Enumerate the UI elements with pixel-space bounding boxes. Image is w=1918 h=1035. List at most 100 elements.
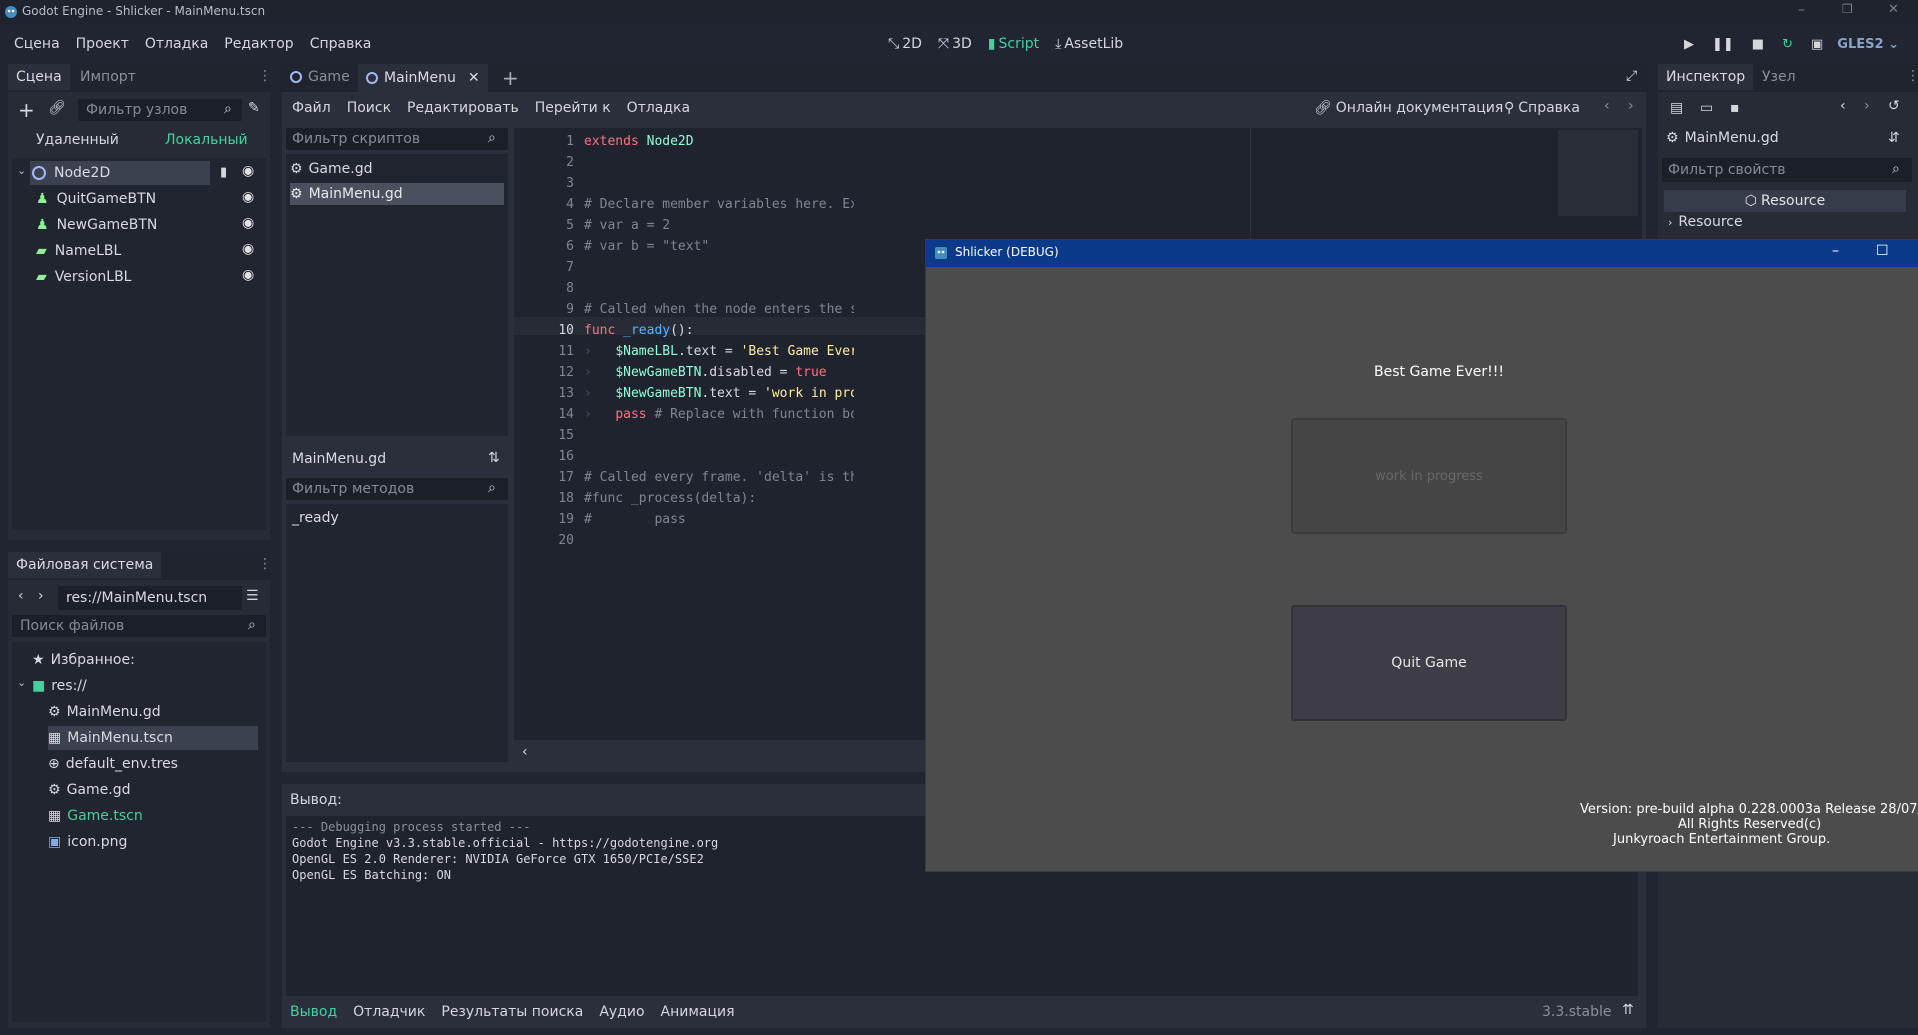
play-icon[interactable]: ▶ (1684, 37, 1694, 52)
script-menu-edit[interactable]: Редактировать (407, 100, 519, 116)
resource-section[interactable]: › Resource (1668, 214, 1743, 230)
menu-help[interactable]: Справка (310, 36, 372, 52)
attach-script-icon[interactable]: ✎ (248, 100, 260, 116)
script-menu-debug[interactable]: Отладка (627, 100, 690, 116)
menu-project[interactable]: Проект (76, 36, 129, 52)
collapse-arrow-icon[interactable]: ⌄ (17, 676, 26, 689)
tab-game[interactable]: Game (290, 69, 350, 85)
help-search-link[interactable]: ⚲ Справка (1504, 100, 1580, 116)
object-tools-icon[interactable]: ⇵ (1888, 130, 1900, 146)
close-window-button[interactable]: ✕ (1888, 2, 1899, 17)
path-field[interactable]: res://MainMenu.tscn (58, 586, 242, 610)
visibility-eye-icon[interactable]: ◉ (242, 163, 254, 179)
movie-icon[interactable]: ▣ (1811, 37, 1823, 52)
sort-icon[interactable]: ⇅ (488, 450, 500, 466)
script-list-item[interactable]: ⚙ Game.gd (290, 158, 372, 180)
tab-debugger[interactable]: Отладчик (353, 1004, 425, 1020)
file-item[interactable]: ▣ icon.png (48, 830, 127, 854)
expand-panel-icon[interactable]: ⇈ (1622, 1002, 1634, 1018)
visibility-eye-icon[interactable]: ◉ (242, 267, 254, 283)
local-tab[interactable]: Локальный (165, 132, 248, 148)
file-item[interactable]: ▦ MainMenu.tscn (48, 726, 173, 750)
inspector-forward-icon[interactable]: › (1864, 98, 1870, 114)
add-node-icon[interactable]: + (18, 98, 35, 122)
pause-icon[interactable]: ❚❚ (1712, 37, 1734, 52)
renderer-select[interactable]: GLES2 ⌄ (1837, 37, 1899, 52)
script-menu-search[interactable]: Поиск (347, 100, 391, 116)
save-icon[interactable]: ▪ (1730, 100, 1740, 116)
collapse-arrow-icon[interactable]: ⌄ (17, 164, 26, 177)
res-root-folder[interactable]: ■ res:// (32, 674, 87, 698)
add-tab-icon[interactable]: + (502, 66, 519, 90)
tab-scene[interactable]: Сцена (8, 64, 70, 90)
stop-icon[interactable]: ■ (1752, 37, 1764, 52)
tree-node-versionlbl[interactable]: ▰ VersionLBL (36, 265, 131, 289)
history-back-icon[interactable]: ‹ (1604, 98, 1610, 114)
online-docs-link[interactable]: 🔗︎ Онлайн документация (1314, 100, 1503, 116)
menu-editor[interactable]: Редактор (224, 36, 293, 52)
minimize-window-button[interactable]: – (1798, 2, 1805, 18)
back-arrow-icon[interactable]: ‹ (18, 588, 24, 604)
restore-window-button[interactable]: ❐ (1842, 2, 1853, 16)
inspector-back-icon[interactable]: ‹ (1840, 98, 1846, 114)
script-filter-input[interactable]: Фильтр скриптов ⌕ (286, 128, 508, 150)
file-item[interactable]: ⚙ Game.gd (48, 778, 130, 802)
tab-audio[interactable]: Аудио (599, 1004, 644, 1020)
visibility-eye-icon[interactable]: ◉ (242, 215, 254, 231)
file-item[interactable]: ▦ Game.tscn (48, 804, 143, 828)
menu-debug[interactable]: Отладка (145, 36, 208, 52)
tab-inspector[interactable]: Инспектор (1658, 64, 1754, 90)
file-item[interactable]: ⚙ MainMenu.gd (48, 700, 161, 724)
close-tab-icon[interactable]: ✕ (468, 70, 480, 86)
workspace-3d-button[interactable]: ⤧ 3D (938, 36, 972, 52)
tab-output[interactable]: Вывод (290, 1004, 337, 1020)
link-icon[interactable]: 🔗︎ (48, 100, 66, 116)
workspace-script-button[interactable]: ▮ Script (988, 36, 1039, 52)
reload-icon[interactable]: ↻ (1782, 37, 1793, 52)
collapse-scriptlist-icon[interactable]: ‹ (522, 744, 528, 760)
open-folder-icon[interactable]: ▭ (1700, 100, 1713, 116)
script-menu-file[interactable]: Файл (292, 100, 331, 116)
minimize-window-button[interactable]: – (1832, 243, 1839, 259)
menu-scene[interactable]: Сцена (14, 36, 60, 52)
tab-animation[interactable]: Анимация (661, 1004, 735, 1020)
tab-search-results[interactable]: Результаты поиска (441, 1004, 583, 1020)
workspace-assetlib-button[interactable]: ⤓ AssetLib (1055, 36, 1123, 52)
new-game-button[interactable]: work in progress (1291, 418, 1567, 534)
dock-menu-icon[interactable]: ⋮ (258, 556, 272, 572)
tree-node-quitgamebtn[interactable]: ♟ QuitGameBTN (36, 187, 156, 211)
visibility-eye-icon[interactable]: ◉ (242, 241, 254, 257)
script-list-item-selected[interactable]: ⚙ MainMenu.gd (290, 183, 504, 205)
minimap[interactable] (1558, 130, 1638, 216)
tree-node-newgamebtn[interactable]: ♟ NewGameBTN (36, 213, 157, 237)
view-toggle-icon[interactable]: ☰ (246, 588, 259, 604)
method-filter-input[interactable]: Фильтр методов ⌕ (286, 478, 508, 500)
node-filter-input[interactable]: Фильтр узлов ⌕ (78, 99, 242, 121)
tree-node-node2d[interactable]: Node2D (32, 161, 110, 185)
dock-menu-icon[interactable]: ⋮ (1906, 68, 1918, 84)
history-icon[interactable]: ↺ (1888, 98, 1900, 114)
quit-game-button[interactable]: Quit Game (1291, 605, 1567, 721)
forward-arrow-icon[interactable]: › (38, 588, 44, 604)
fold-arrow-icon[interactable]: ⌄ (568, 323, 574, 334)
property-filter-input[interactable]: Фильтр свойств ⌕ (1662, 158, 1912, 182)
script-attached-icon[interactable]: ▮ (220, 165, 227, 180)
file-search-input[interactable]: Поиск файлов ⌕ (12, 615, 266, 637)
tab-filesystem[interactable]: Файловая система (8, 552, 162, 578)
new-resource-icon[interactable]: ▤ (1670, 100, 1683, 116)
method-item[interactable]: _ready (292, 510, 339, 526)
workspace-2d-button[interactable]: ⤡ 2D (888, 36, 922, 52)
remote-tab[interactable]: Удаленный (36, 132, 119, 148)
file-item[interactable]: ⊕ default_env.tres (48, 752, 178, 776)
visibility-eye-icon[interactable]: ◉ (242, 189, 254, 205)
tab-node[interactable]: Узел (1762, 69, 1796, 85)
dock-menu-icon[interactable]: ⋮ (258, 68, 272, 84)
tree-node-namelbl[interactable]: ▰ NameLBL (36, 239, 121, 263)
fullscreen-icon[interactable]: ⤢ (1626, 68, 1637, 84)
script-menu-goto[interactable]: Перейти к (535, 100, 611, 116)
tab-import[interactable]: Импорт (80, 69, 136, 85)
tab-mainmenu[interactable]: MainMenu ✕ (358, 64, 488, 92)
history-forward-icon[interactable]: › (1628, 98, 1634, 114)
favorites-item[interactable]: ★ Избранное: (32, 648, 135, 672)
maximize-window-button[interactable]: ☐ (1876, 243, 1889, 259)
